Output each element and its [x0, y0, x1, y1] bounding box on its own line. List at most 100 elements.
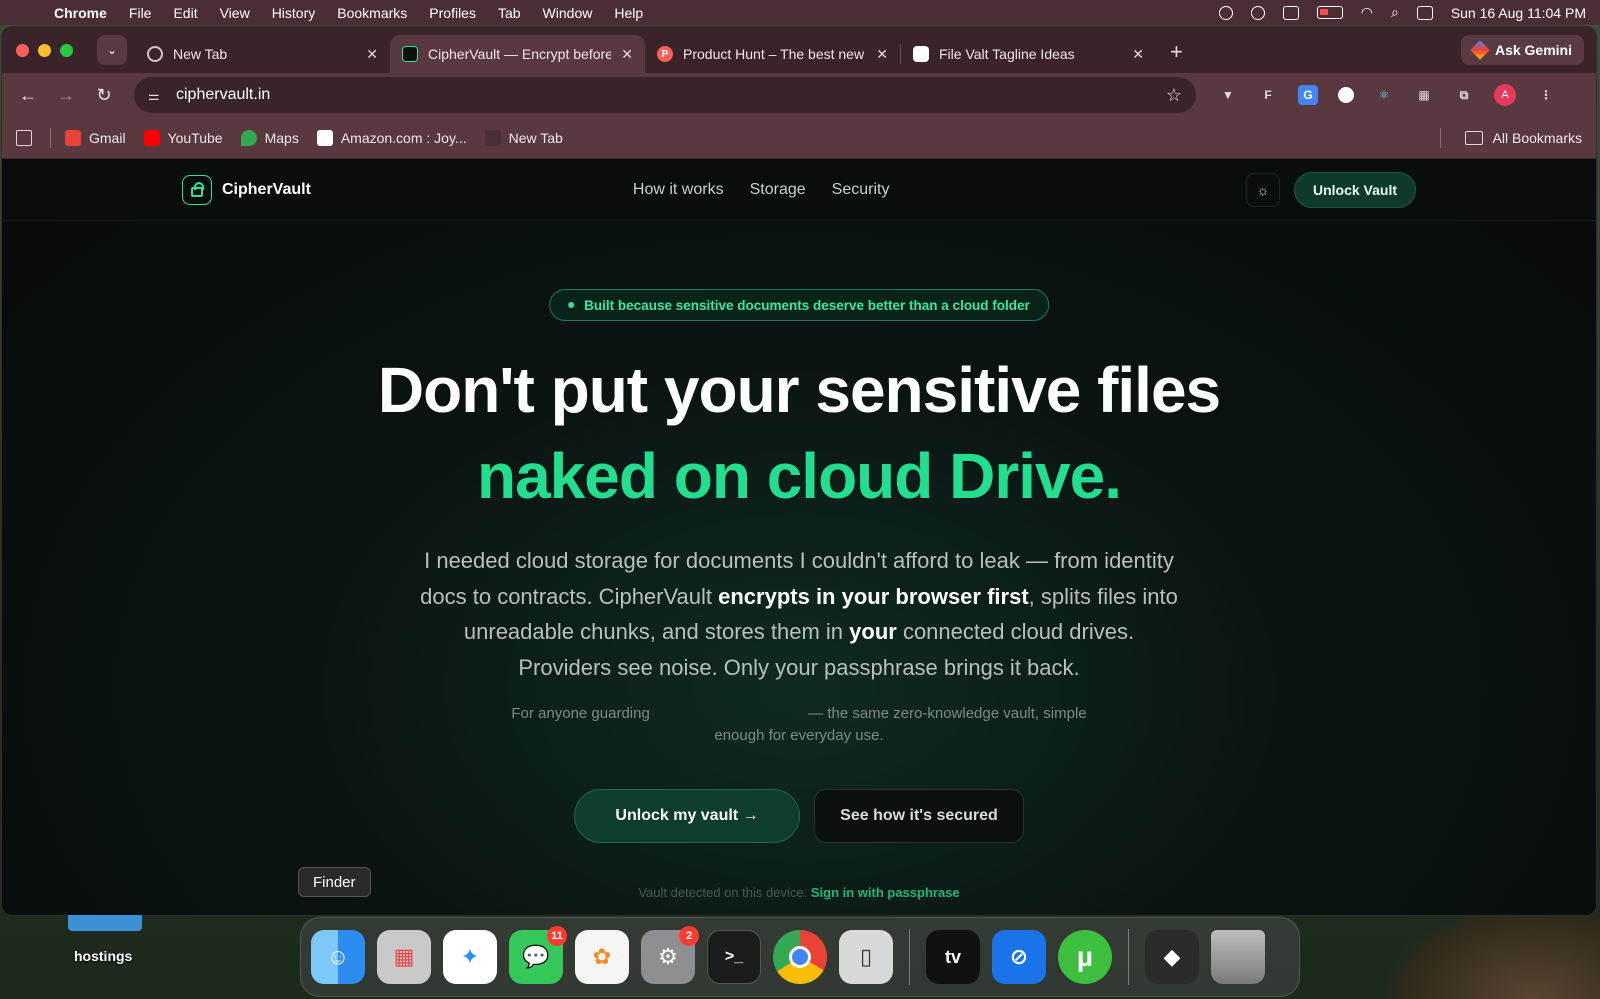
window-controls — [16, 27, 73, 73]
site-nav-links: How it works Storage Security — [633, 181, 890, 199]
kebab-menu-icon[interactable]: ⋮ — [1536, 85, 1556, 105]
settings-badge: 2 — [679, 926, 699, 946]
battery-icon[interactable] — [1316, 6, 1343, 19]
remote-desktop-icon[interactable]: ⊘ — [992, 930, 1046, 984]
close-tab-icon[interactable]: ✕ — [1132, 46, 1144, 63]
tab-ciphervault[interactable]: CipherVault — Encrypt before ✕ — [390, 35, 645, 73]
messages-icon[interactable]: 💬 11 — [509, 926, 567, 984]
hero-title-line-1: Don't put your sensitive files — [377, 354, 1221, 426]
address-url[interactable]: ciphervault.in — [176, 86, 1166, 104]
desktop-folder-label[interactable]: hostings — [74, 948, 132, 964]
desktop-folder-icon[interactable] — [68, 915, 142, 931]
status-app-icon[interactable] — [1218, 5, 1233, 20]
apple-tv-icon[interactable]: tv — [926, 930, 980, 984]
extensions-puzzle-icon[interactable]: ⧉ — [1454, 85, 1474, 105]
tab-product-hunt[interactable]: P Product Hunt – The best new ✕ — [645, 35, 900, 73]
iphone-mirroring-icon[interactable]: ▯ — [839, 930, 893, 984]
tab-search-button[interactable]: ⌄ — [97, 35, 127, 65]
status-bed-icon[interactable] — [1282, 5, 1299, 20]
unlock-my-vault-button[interactable]: Unlock my vault → — [574, 789, 800, 843]
menubar-edit[interactable]: Edit — [173, 5, 197, 21]
menubar-help[interactable]: Help — [614, 5, 643, 21]
terminal-icon[interactable]: >_ — [707, 930, 761, 984]
nav-security[interactable]: Security — [832, 181, 890, 199]
brand-name: CipherVault — [222, 180, 311, 198]
address-bar[interactable]: ⚌ ciphervault.in ☆ — [134, 77, 1196, 113]
menubar-window[interactable]: Window — [543, 5, 593, 21]
vue-devtools-icon[interactable]: ▼ — [1218, 85, 1238, 105]
all-bookmarks[interactable]: All Bookmarks — [1439, 127, 1582, 148]
close-tab-icon[interactable]: ✕ — [366, 46, 378, 63]
trash-icon[interactable] — [1211, 930, 1265, 984]
menubar-file[interactable]: File — [129, 5, 152, 21]
minimize-window-button[interactable] — [38, 43, 51, 57]
bookmark-gmail[interactable]: Gmail — [65, 129, 126, 146]
theme-toggle-sun-icon[interactable]: ☼ — [1245, 172, 1280, 207]
youtube-icon — [143, 129, 160, 146]
nav-storage[interactable]: Storage — [750, 181, 806, 199]
circle-extension-icon[interactable] — [1338, 87, 1354, 103]
safari-icon[interactable]: ✦ — [443, 930, 497, 984]
tab-title: File Valt Tagline Ideas — [939, 46, 1075, 62]
tab-file-valt[interactable]: File Valt Tagline Ideas ✕ — [901, 35, 1156, 73]
bookmark-new-tab[interactable]: New Tab — [484, 129, 563, 146]
site-header-actions: ☼ Unlock Vault — [1245, 171, 1416, 208]
profile-avatar[interactable]: A — [1494, 84, 1516, 106]
macos-menubar: Chrome File Edit View History Bookmarks … — [0, 0, 1600, 25]
dock-divider — [1128, 929, 1129, 985]
font-extension-icon[interactable]: F — [1258, 85, 1278, 105]
reload-icon[interactable]: ↻ — [90, 85, 118, 106]
qr-code-icon[interactable]: ▦ — [1414, 85, 1434, 105]
menubar-tab[interactable]: Tab — [498, 5, 521, 21]
back-arrow-icon[interactable]: ← — [14, 85, 42, 106]
finder-icon[interactable]: ☺ — [311, 930, 365, 984]
system-settings-icon[interactable]: ⚙ 2 — [641, 926, 699, 984]
menubar-history[interactable]: History — [272, 5, 316, 21]
sign-in-passphrase-link[interactable]: Sign in with passphrase — [811, 885, 960, 900]
close-tab-icon[interactable]: ✕ — [621, 46, 633, 63]
nav-how-it-works[interactable]: How it works — [633, 181, 724, 199]
chrome-icon[interactable] — [773, 930, 827, 984]
forward-arrow-icon[interactable]: → — [52, 85, 80, 106]
bookmark-amazon[interactable]: Amazon.com : Joy... — [316, 129, 467, 146]
spotlight-search-icon[interactable]: ⌕ — [1391, 4, 1399, 21]
launchpad-icon[interactable]: ▦ — [377, 930, 431, 984]
menubar-app-name[interactable]: Chrome — [54, 5, 107, 21]
menubar-bookmarks[interactable]: Bookmarks — [337, 5, 407, 21]
tab-new-tab[interactable]: New Tab ✕ — [135, 35, 390, 73]
utorrent-icon[interactable]: µ — [1058, 930, 1112, 984]
status-sync-icon[interactable] — [1250, 5, 1265, 20]
react-devtools-icon[interactable]: ⚛ — [1374, 85, 1394, 105]
wifi-icon[interactable]: ◠ — [1361, 4, 1373, 21]
bookmark-youtube[interactable]: YouTube — [143, 129, 223, 146]
hero-cta-row: Unlock my vault → See how it's secured — [574, 789, 1024, 843]
apps-grid-icon[interactable] — [16, 129, 32, 146]
bookmark-label: Gmail — [89, 129, 126, 146]
site-info-icon[interactable]: ⚌ — [148, 88, 164, 103]
hero-title: Don't put your sensitive files naked on … — [2, 347, 1596, 519]
menubar-view[interactable]: View — [220, 5, 250, 21]
status-dot-icon — [568, 302, 575, 308]
new-tab-button[interactable]: + — [1170, 39, 1183, 65]
bookmark-star-icon[interactable]: ☆ — [1166, 85, 1182, 106]
photos-icon[interactable]: ✿ — [575, 930, 629, 984]
maps-pin-icon — [240, 129, 257, 146]
menubar-clock[interactable]: Sun 16 Aug 11:04 PM — [1451, 5, 1586, 21]
menubar-profiles[interactable]: Profiles — [429, 5, 476, 21]
control-center-icon[interactable] — [1416, 5, 1433, 20]
all-bookmarks-label: All Bookmarks — [1492, 129, 1582, 146]
new-tab-favicon-icon — [484, 129, 501, 146]
site-logo[interactable]: CipherVault — [182, 174, 311, 205]
bookmark-maps[interactable]: Maps — [240, 129, 299, 146]
browser-toolbar: ← → ↻ ⚌ ciphervault.in ☆ ▼ F G ⚛ ▦ ⧉ A ⋮ — [2, 73, 1596, 117]
archive-utility-icon[interactable]: ◆ — [1145, 930, 1199, 984]
see-how-secured-button[interactable]: See how it's secured — [814, 789, 1024, 843]
close-window-button[interactable] — [16, 43, 29, 57]
close-tab-icon[interactable]: ✕ — [876, 46, 888, 63]
bookmarks-divider — [1439, 127, 1441, 148]
gemini-icon — [1470, 40, 1490, 60]
google-translate-icon[interactable]: G — [1298, 85, 1318, 105]
zoom-window-button[interactable] — [60, 43, 73, 57]
ask-gemini-button[interactable]: Ask Gemini — [1460, 35, 1584, 65]
unlock-vault-button[interactable]: Unlock Vault — [1293, 171, 1416, 208]
